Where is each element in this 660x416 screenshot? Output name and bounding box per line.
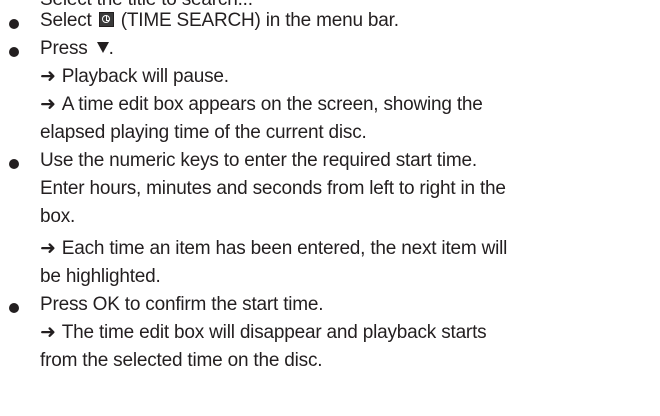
step-4-line-3: from the selected time on the disc. [40, 348, 323, 374]
step-3-line-5: be highlighted. [40, 264, 161, 290]
step-text: Use the numeric keys to enter the requir… [40, 150, 477, 171]
step-text: . [108, 38, 114, 59]
step-3-line-3: box. [40, 204, 75, 230]
step-2-line-3: ➜ A time edit box appears on the screen, … [40, 92, 483, 118]
step-1-line-1: Select (TIME SEARCH) in the menu bar. [40, 8, 399, 34]
bullet-icon [9, 47, 19, 57]
step-3-line-4: ➜ Each time an item has been entered, the… [40, 236, 507, 262]
step-text: Press OK to confirm the start time. [40, 294, 324, 315]
bullet-icon [9, 159, 19, 169]
step-text: elapsed playing time of the current disc… [40, 122, 367, 143]
step-text: A time edit box appears on the screen, s… [61, 94, 483, 115]
step-text: Each time an item has been entered, the … [61, 238, 508, 259]
arrow-icon: ➜ [40, 94, 56, 115]
arrow-icon: ➜ [40, 66, 56, 87]
step-text: be highlighted. [40, 266, 161, 287]
step-text: Enter hours, minutes and seconds from le… [40, 178, 506, 199]
step-text: (TIME SEARCH) in the menu bar. [115, 10, 399, 31]
step-text: Select [40, 10, 97, 31]
clock-icon [98, 12, 114, 27]
step-4-line-1: Press OK to confirm the start time. [40, 292, 324, 318]
step-4-line-2: ➜ The time edit box will disappear and pl… [40, 320, 487, 346]
step-text: box. [40, 206, 76, 227]
step-2-line-4: elapsed playing time of the current disc… [40, 120, 367, 146]
step-text: Press [40, 38, 93, 59]
step-text: Playback will pause. [61, 66, 229, 87]
step-2-line-2: ➜ Playback will pause. [40, 64, 229, 90]
step-text: The time edit box will disappear and pla… [61, 322, 487, 343]
arrow-icon: ➜ [40, 238, 56, 259]
step-text: from the selected time on the disc. [40, 350, 323, 371]
bullet-icon [9, 303, 19, 313]
down-triangle-icon [96, 42, 109, 53]
step-3-line-2: Enter hours, minutes and seconds from le… [40, 176, 506, 202]
arrow-icon: ➜ [40, 322, 56, 343]
step-3-line-1: Use the numeric keys to enter the requir… [40, 148, 477, 174]
step-2-line-1: Press . [40, 36, 114, 62]
manual-page: Select the title to search... Select (TI… [0, 0, 660, 416]
bullet-icon [9, 19, 19, 29]
